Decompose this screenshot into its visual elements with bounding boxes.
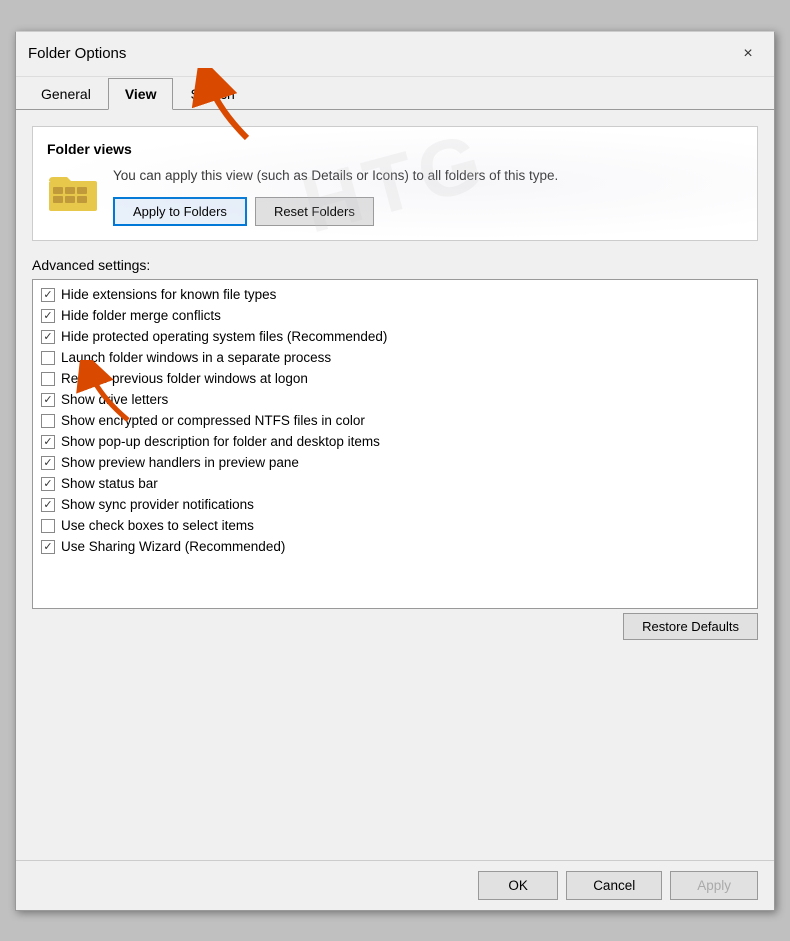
label-hide-folder-merge: Hide folder merge conflicts <box>61 308 221 323</box>
folder-views-inner: You can apply this view (such as Details… <box>47 167 743 227</box>
folder-views-description: You can apply this view (such as Details… <box>113 167 558 186</box>
checkbox-use-check-boxes[interactable] <box>41 519 55 533</box>
folder-views-buttons: Apply to Folders Reset Folders <box>113 197 558 226</box>
folder-views-section: HTG Folder views <box>32 126 758 242</box>
label-show-preview-handlers: Show preview handlers in preview pane <box>61 455 299 470</box>
settings-item-hide-folder-merge[interactable]: Hide folder merge conflicts <box>35 305 755 326</box>
tab-search[interactable]: Search <box>173 78 251 110</box>
label-show-encrypted: Show encrypted or compressed NTFS files … <box>61 413 365 428</box>
tab-strip: General View Search <box>16 77 774 110</box>
settings-item-hide-protected[interactable]: Hide protected operating system files (R… <box>35 326 755 347</box>
checkbox-restore-previous[interactable] <box>41 372 55 386</box>
restore-defaults-row: Restore Defaults <box>32 613 758 640</box>
label-launch-separate: Launch folder windows in a separate proc… <box>61 350 331 365</box>
folder-views-label: Folder views <box>47 141 743 157</box>
close-button[interactable]: × <box>734 40 762 68</box>
dialog-footer: OK Cancel Apply <box>16 860 774 910</box>
checkbox-show-drive-letters[interactable] <box>41 393 55 407</box>
apply-to-folders-button[interactable]: Apply to Folders <box>113 197 247 226</box>
dialog-title: Folder Options <box>28 45 126 62</box>
label-show-popup: Show pop-up description for folder and d… <box>61 434 380 449</box>
restore-defaults-button[interactable]: Restore Defaults <box>623 613 758 640</box>
settings-item-show-status-bar[interactable]: Show status bar <box>35 473 755 494</box>
checkbox-use-sharing-wizard[interactable] <box>41 540 55 554</box>
checkbox-show-preview-handlers[interactable] <box>41 456 55 470</box>
cancel-button[interactable]: Cancel <box>566 871 662 900</box>
settings-list: Hide extensions for known file types Hide… <box>33 280 757 561</box>
checkbox-show-popup[interactable] <box>41 435 55 449</box>
checkbox-hide-folder-merge[interactable] <box>41 309 55 323</box>
folder-views-box: HTG Folder views <box>32 126 758 242</box>
checkbox-show-encrypted[interactable] <box>41 414 55 428</box>
checkbox-show-sync[interactable] <box>41 498 55 512</box>
settings-item-use-sharing-wizard[interactable]: Use Sharing Wizard (Recommended) <box>35 536 755 557</box>
checkbox-hide-extensions[interactable] <box>41 288 55 302</box>
advanced-label: Advanced settings: <box>32 257 758 273</box>
label-use-sharing-wizard: Use Sharing Wizard (Recommended) <box>61 539 285 554</box>
label-show-drive-letters: Show drive letters <box>61 392 168 407</box>
title-bar: Folder Options × <box>16 32 774 77</box>
settings-item-show-encrypted[interactable]: Show encrypted or compressed NTFS files … <box>35 410 755 431</box>
tab-view[interactable]: View <box>108 78 174 110</box>
checkbox-hide-protected[interactable] <box>41 330 55 344</box>
folder-icon <box>47 167 99 215</box>
settings-item-restore-previous[interactable]: Restore previous folder windows at logon <box>35 368 755 389</box>
settings-item-show-drive-letters[interactable]: Show drive letters <box>35 389 755 410</box>
label-hide-protected: Hide protected operating system files (R… <box>61 329 387 344</box>
settings-item-hide-extensions[interactable]: Hide extensions for known file types <box>35 284 755 305</box>
folder-views-text-area: You can apply this view (such as Details… <box>113 167 558 227</box>
settings-item-use-check-boxes[interactable]: Use check boxes to select items <box>35 515 755 536</box>
settings-item-show-sync[interactable]: Show sync provider notifications <box>35 494 755 515</box>
label-show-sync: Show sync provider notifications <box>61 497 254 512</box>
settings-item-launch-separate[interactable]: Launch folder windows in a separate proc… <box>35 347 755 368</box>
label-use-check-boxes: Use check boxes to select items <box>61 518 254 533</box>
label-hide-extensions: Hide extensions for known file types <box>61 287 276 302</box>
label-show-status-bar: Show status bar <box>61 476 158 491</box>
checkbox-launch-separate[interactable] <box>41 351 55 365</box>
tab-general[interactable]: General <box>24 78 108 110</box>
settings-item-show-popup[interactable]: Show pop-up description for folder and d… <box>35 431 755 452</box>
reset-folders-button[interactable]: Reset Folders <box>255 197 374 226</box>
label-restore-previous: Restore previous folder windows at logon <box>61 371 308 386</box>
checkbox-show-status-bar[interactable] <box>41 477 55 491</box>
settings-item-show-preview-handlers[interactable]: Show preview handlers in preview pane <box>35 452 755 473</box>
ok-button[interactable]: OK <box>478 871 558 900</box>
advanced-settings-area: Advanced settings: Hide extensions for k… <box>32 257 758 640</box>
apply-button[interactable]: Apply <box>670 871 758 900</box>
settings-list-container[interactable]: Hide extensions for known file types Hide… <box>32 279 758 609</box>
folder-options-dialog: Folder Options × General View Search <box>15 31 775 911</box>
main-content: HTG Folder views <box>16 110 774 860</box>
